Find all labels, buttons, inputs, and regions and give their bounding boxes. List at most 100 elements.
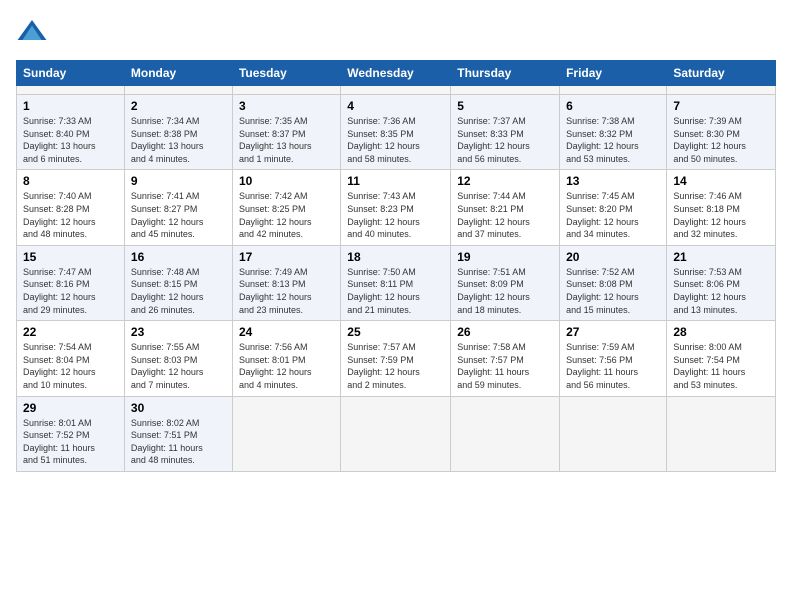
day-number: 5 xyxy=(457,99,553,113)
calendar-cell: 30 Sunrise: 8:02 AM Sunset: 7:51 PM Dayli… xyxy=(124,396,232,471)
header-cell-wednesday: Wednesday xyxy=(341,61,451,86)
day-info: Sunrise: 7:58 AM Sunset: 7:57 PM Dayligh… xyxy=(457,341,553,391)
day-info: Sunrise: 7:44 AM Sunset: 8:21 PM Dayligh… xyxy=(457,190,553,240)
day-info: Sunrise: 7:37 AM Sunset: 8:33 PM Dayligh… xyxy=(457,115,553,165)
day-info: Sunrise: 7:39 AM Sunset: 8:30 PM Dayligh… xyxy=(673,115,769,165)
day-info: Sunrise: 7:50 AM Sunset: 8:11 PM Dayligh… xyxy=(347,266,444,316)
day-info: Sunrise: 7:45 AM Sunset: 8:20 PM Dayligh… xyxy=(566,190,660,240)
day-number: 11 xyxy=(347,174,444,188)
calendar-cell: 10 Sunrise: 7:42 AM Sunset: 8:25 PM Dayli… xyxy=(232,170,340,245)
day-number: 3 xyxy=(239,99,334,113)
calendar-cell: 26 Sunrise: 7:58 AM Sunset: 7:57 PM Dayli… xyxy=(451,321,560,396)
day-info: Sunrise: 7:42 AM Sunset: 8:25 PM Dayligh… xyxy=(239,190,334,240)
calendar-cell: 22 Sunrise: 7:54 AM Sunset: 8:04 PM Dayli… xyxy=(17,321,125,396)
calendar-body: 1Sunrise: 7:33 AM Sunset: 8:40 PM Daylig… xyxy=(17,86,776,472)
calendar-cell: 18 Sunrise: 7:50 AM Sunset: 8:11 PM Dayli… xyxy=(341,245,451,320)
day-info: Sunrise: 7:47 AM Sunset: 8:16 PM Dayligh… xyxy=(23,266,118,316)
day-number: 7 xyxy=(673,99,769,113)
day-info: Sunrise: 7:55 AM Sunset: 8:03 PM Dayligh… xyxy=(131,341,226,391)
calendar-row: 15 Sunrise: 7:47 AM Sunset: 8:16 PM Dayli… xyxy=(17,245,776,320)
calendar-cell: 7 Sunrise: 7:39 AM Sunset: 8:30 PM Daylig… xyxy=(667,95,776,170)
day-number: 15 xyxy=(23,250,118,264)
header-cell-sunday: Sunday xyxy=(17,61,125,86)
day-number: 17 xyxy=(239,250,334,264)
header-cell-tuesday: Tuesday xyxy=(232,61,340,86)
calendar-row: 1Sunrise: 7:33 AM Sunset: 8:40 PM Daylig… xyxy=(17,95,776,170)
day-number: 13 xyxy=(566,174,660,188)
day-number: 10 xyxy=(239,174,334,188)
day-info: Sunrise: 8:00 AM Sunset: 7:54 PM Dayligh… xyxy=(673,341,769,391)
day-info: Sunrise: 7:34 AM Sunset: 8:38 PM Dayligh… xyxy=(131,115,226,165)
calendar-cell: 20Sunrise: 7:52 AM Sunset: 8:08 PM Dayli… xyxy=(560,245,667,320)
calendar-cell xyxy=(667,396,776,471)
day-info: Sunrise: 7:56 AM Sunset: 8:01 PM Dayligh… xyxy=(239,341,334,391)
header-cell-monday: Monday xyxy=(124,61,232,86)
calendar-cell: 2 Sunrise: 7:34 AM Sunset: 8:38 PM Daylig… xyxy=(124,95,232,170)
day-info: Sunrise: 7:51 AM Sunset: 8:09 PM Dayligh… xyxy=(457,266,553,316)
day-number: 27 xyxy=(566,325,660,339)
day-number: 18 xyxy=(347,250,444,264)
day-info: Sunrise: 7:57 AM Sunset: 7:59 PM Dayligh… xyxy=(347,341,444,391)
calendar-cell: 3Sunrise: 7:35 AM Sunset: 8:37 PM Daylig… xyxy=(232,95,340,170)
header-cell-thursday: Thursday xyxy=(451,61,560,86)
day-number: 30 xyxy=(131,401,226,415)
day-info: Sunrise: 8:02 AM Sunset: 7:51 PM Dayligh… xyxy=(131,417,226,467)
day-number: 4 xyxy=(347,99,444,113)
calendar-cell: 13 Sunrise: 7:45 AM Sunset: 8:20 PM Dayli… xyxy=(560,170,667,245)
day-number: 23 xyxy=(131,325,226,339)
calendar-row xyxy=(17,86,776,95)
calendar-cell xyxy=(124,86,232,95)
calendar-cell: 6 Sunrise: 7:38 AM Sunset: 8:32 PM Daylig… xyxy=(560,95,667,170)
calendar-cell: 14Sunrise: 7:46 AM Sunset: 8:18 PM Dayli… xyxy=(667,170,776,245)
calendar-cell: 29 Sunrise: 8:01 AM Sunset: 7:52 PM Dayli… xyxy=(17,396,125,471)
logo-icon xyxy=(16,16,48,48)
calendar-cell xyxy=(232,396,340,471)
calendar-cell: 12 Sunrise: 7:44 AM Sunset: 8:21 PM Dayli… xyxy=(451,170,560,245)
day-number: 9 xyxy=(131,174,226,188)
day-info: Sunrise: 7:41 AM Sunset: 8:27 PM Dayligh… xyxy=(131,190,226,240)
calendar-cell: 19 Sunrise: 7:51 AM Sunset: 8:09 PM Dayli… xyxy=(451,245,560,320)
calendar-cell xyxy=(560,396,667,471)
day-number: 6 xyxy=(566,99,660,113)
day-info: Sunrise: 8:01 AM Sunset: 7:52 PM Dayligh… xyxy=(23,417,118,467)
calendar-cell: 24 Sunrise: 7:56 AM Sunset: 8:01 PM Dayli… xyxy=(232,321,340,396)
day-number: 29 xyxy=(23,401,118,415)
calendar-row: 22 Sunrise: 7:54 AM Sunset: 8:04 PM Dayli… xyxy=(17,321,776,396)
day-info: Sunrise: 7:36 AM Sunset: 8:35 PM Dayligh… xyxy=(347,115,444,165)
calendar-cell: 1Sunrise: 7:33 AM Sunset: 8:40 PM Daylig… xyxy=(17,95,125,170)
calendar-cell: 11Sunrise: 7:43 AM Sunset: 8:23 PM Dayli… xyxy=(341,170,451,245)
header xyxy=(16,16,776,48)
day-number: 2 xyxy=(131,99,226,113)
day-number: 19 xyxy=(457,250,553,264)
day-info: Sunrise: 7:52 AM Sunset: 8:08 PM Dayligh… xyxy=(566,266,660,316)
day-info: Sunrise: 7:40 AM Sunset: 8:28 PM Dayligh… xyxy=(23,190,118,240)
calendar-cell: 28Sunrise: 8:00 AM Sunset: 7:54 PM Dayli… xyxy=(667,321,776,396)
calendar-cell: 25 Sunrise: 7:57 AM Sunset: 7:59 PM Dayli… xyxy=(341,321,451,396)
calendar-cell xyxy=(560,86,667,95)
day-info: Sunrise: 7:54 AM Sunset: 8:04 PM Dayligh… xyxy=(23,341,118,391)
day-number: 16 xyxy=(131,250,226,264)
header-cell-friday: Friday xyxy=(560,61,667,86)
calendar-row: 29 Sunrise: 8:01 AM Sunset: 7:52 PM Dayli… xyxy=(17,396,776,471)
day-number: 22 xyxy=(23,325,118,339)
header-row: SundayMondayTuesdayWednesdayThursdayFrid… xyxy=(17,61,776,86)
day-info: Sunrise: 7:49 AM Sunset: 8:13 PM Dayligh… xyxy=(239,266,334,316)
day-number: 12 xyxy=(457,174,553,188)
day-number: 24 xyxy=(239,325,334,339)
day-info: Sunrise: 7:46 AM Sunset: 8:18 PM Dayligh… xyxy=(673,190,769,240)
calendar-row: 8 Sunrise: 7:40 AM Sunset: 8:28 PM Daylig… xyxy=(17,170,776,245)
day-info: Sunrise: 7:48 AM Sunset: 8:15 PM Dayligh… xyxy=(131,266,226,316)
calendar-cell: 15 Sunrise: 7:47 AM Sunset: 8:16 PM Dayli… xyxy=(17,245,125,320)
day-number: 26 xyxy=(457,325,553,339)
calendar-header: SundayMondayTuesdayWednesdayThursdayFrid… xyxy=(17,61,776,86)
day-number: 21 xyxy=(673,250,769,264)
day-info: Sunrise: 7:59 AM Sunset: 7:56 PM Dayligh… xyxy=(566,341,660,391)
calendar-cell: 17 Sunrise: 7:49 AM Sunset: 8:13 PM Dayli… xyxy=(232,245,340,320)
day-info: Sunrise: 7:53 AM Sunset: 8:06 PM Dayligh… xyxy=(673,266,769,316)
calendar-cell xyxy=(341,86,451,95)
day-number: 1 xyxy=(23,99,118,113)
day-number: 25 xyxy=(347,325,444,339)
day-number: 8 xyxy=(23,174,118,188)
day-info: Sunrise: 7:38 AM Sunset: 8:32 PM Dayligh… xyxy=(566,115,660,165)
calendar-table: SundayMondayTuesdayWednesdayThursdayFrid… xyxy=(16,60,776,472)
